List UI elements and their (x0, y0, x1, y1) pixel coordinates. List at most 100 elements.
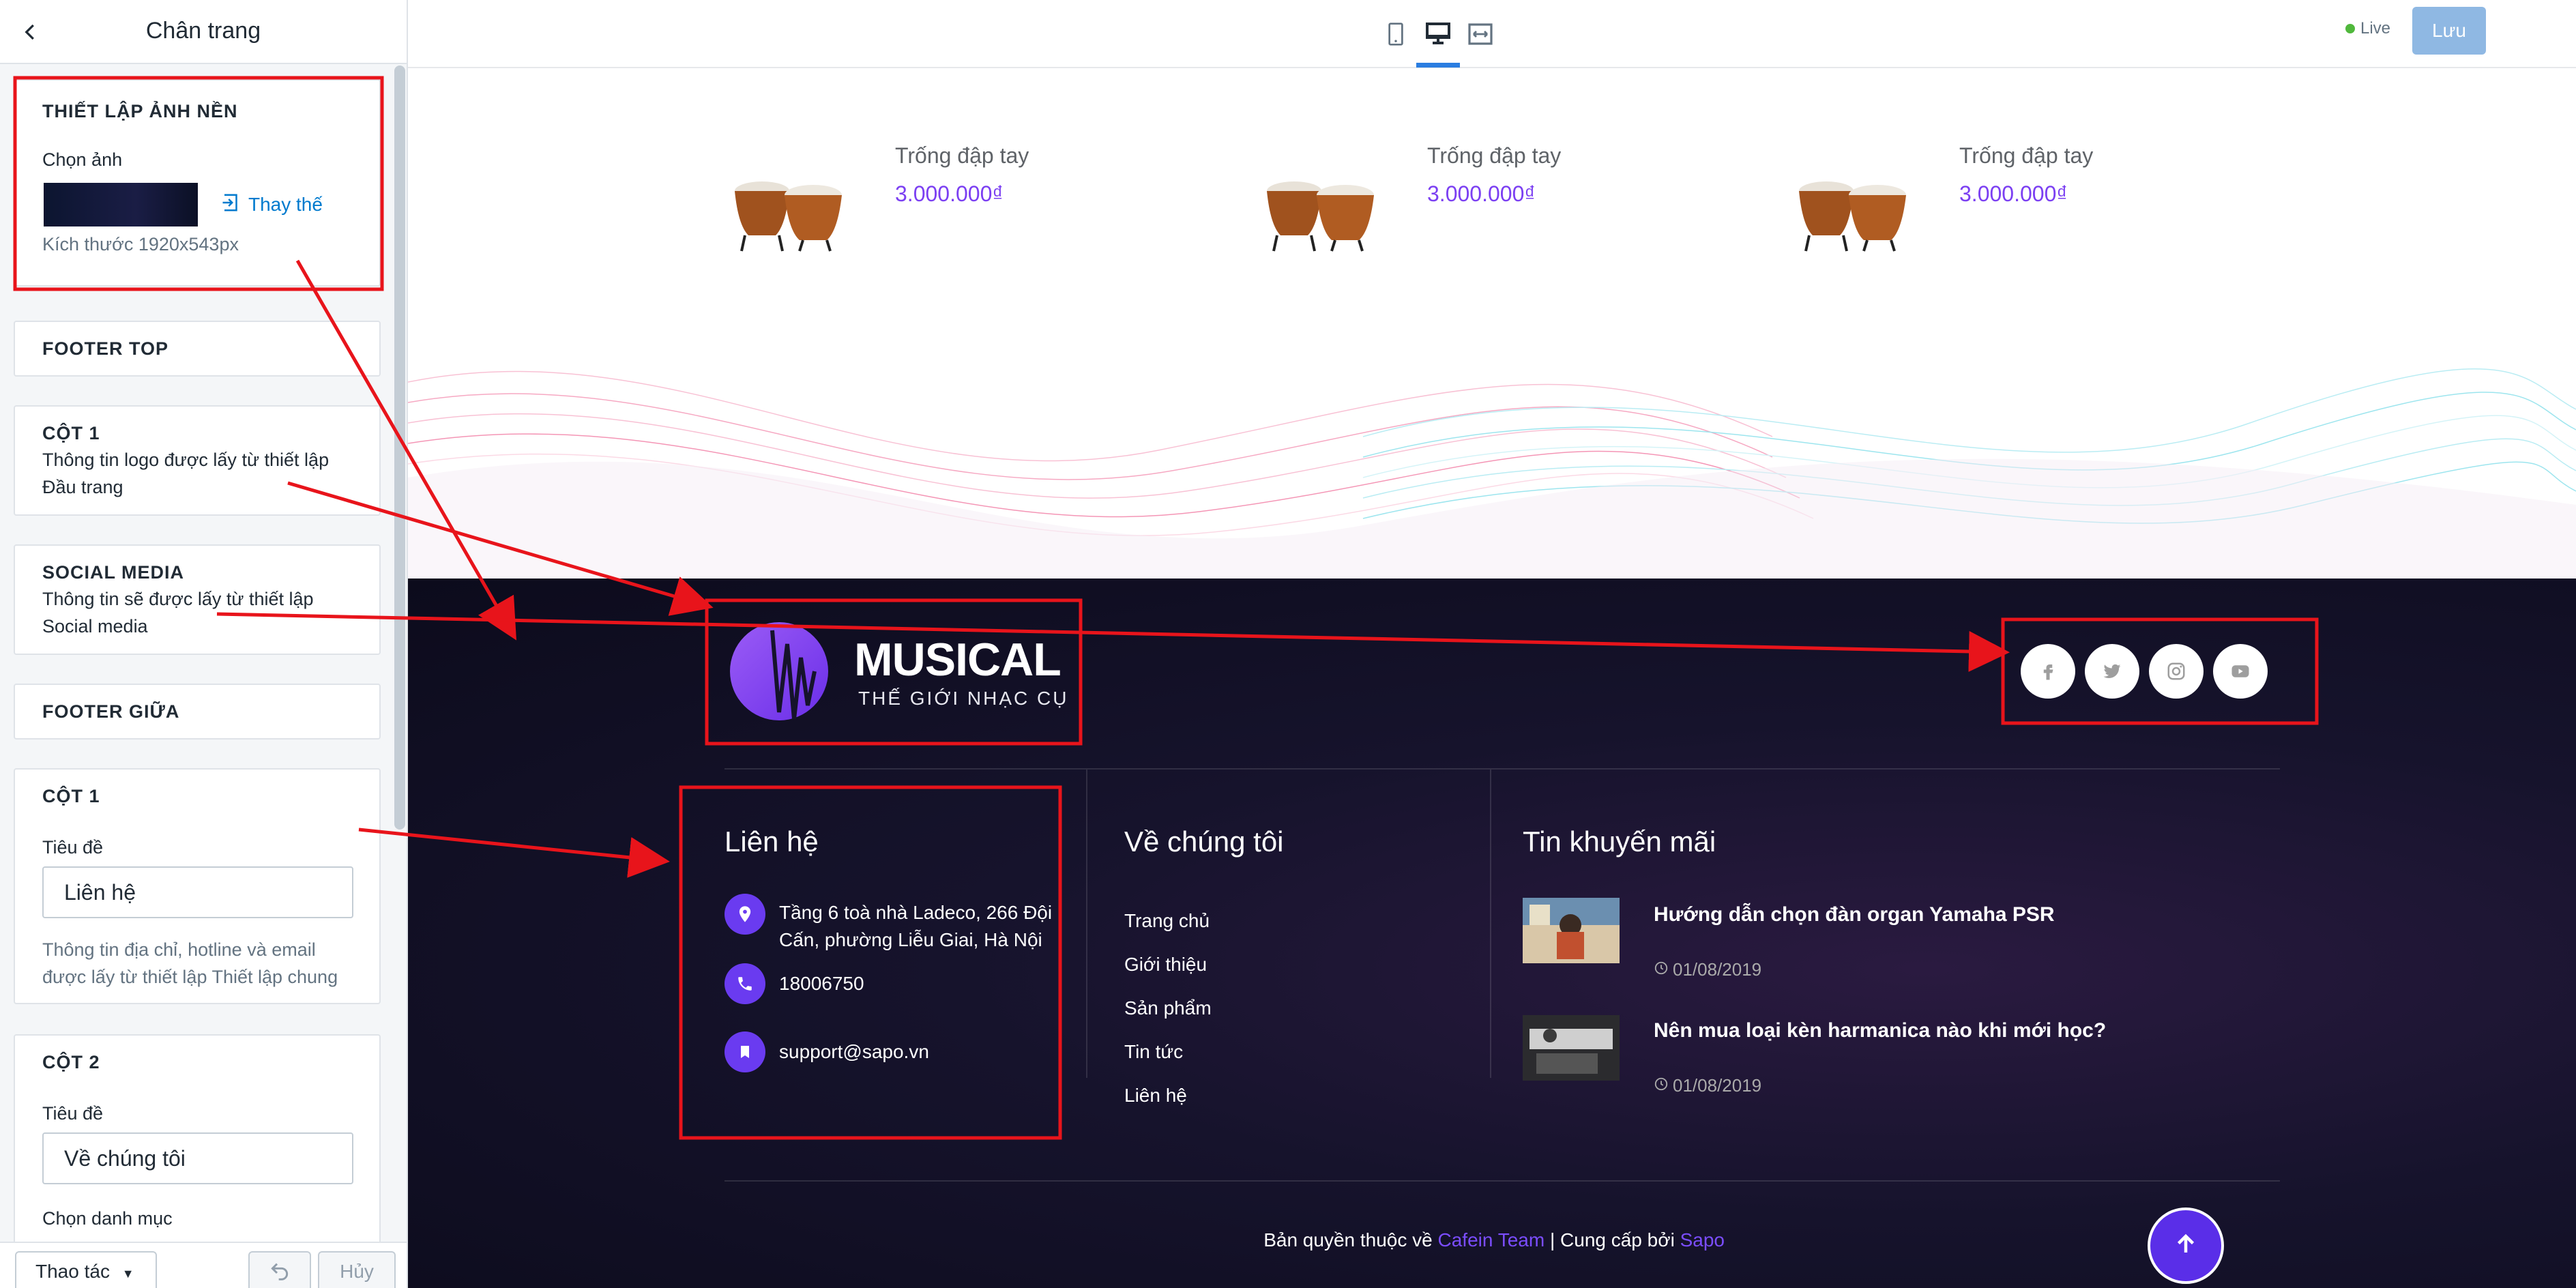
product-card[interactable]: Trống đập tay 3.000.000₫ (1263, 143, 1741, 280)
cancel-button[interactable]: Hủy (318, 1251, 396, 1288)
clock-icon (1654, 1075, 1669, 1096)
site-footer: MUSICAL THẾ GIỚI NHẠC CỤ Liên hệ Tầng 6 … (408, 579, 2576, 1288)
twitter-icon[interactable] (2085, 644, 2139, 699)
footer-divider-bottom (724, 1180, 2280, 1182)
contact-phone[interactable]: 18006750 (779, 970, 864, 997)
back-to-top-button[interactable] (2148, 1208, 2224, 1284)
col1-mid-heading: CỘT 1 (42, 786, 100, 806)
undo-button[interactable] (248, 1251, 311, 1288)
product-card[interactable]: Trống đập tay 3.000.000₫ (731, 143, 1209, 280)
bongo-drum-image (1267, 181, 1374, 252)
product-price: 3.000.000₫ (895, 181, 1004, 206)
live-status: Live (2345, 19, 2390, 38)
col1-title-input[interactable]: Liên hệ (42, 866, 353, 918)
footer-mid-heading: FOOTER GIỮA (42, 701, 180, 722)
replace-image-link[interactable]: Thay thế (221, 184, 323, 225)
col2-title-input[interactable]: Về chúng tôi (42, 1132, 353, 1184)
col2-category-label: Chọn danh mục (42, 1208, 173, 1229)
instagram-icon[interactable] (2149, 644, 2204, 699)
live-dot-icon (2345, 24, 2355, 33)
contact-heading: Liên hệ (724, 825, 819, 858)
product-price: 3.000.000₫ (1427, 181, 1536, 206)
contact-address-line2: Cấn, phường Liễu Giai, Hà Nội (779, 929, 1042, 950)
product-price: 3.000.000₫ (1959, 181, 2068, 206)
footer-link-home[interactable]: Trang chủ (1124, 910, 1210, 932)
news-thumbnail[interactable] (1523, 1015, 1620, 1081)
news-thumbnail[interactable] (1523, 898, 1620, 963)
contact-email[interactable]: support@sapo.vn (779, 1038, 929, 1066)
bg-image-card: THIẾT LẬP ẢNH NỀN Chọn ảnh Thay thế Kích… (14, 79, 381, 287)
copyright-team-link[interactable]: Cafein Team (1438, 1229, 1545, 1250)
footer-divider-top (724, 768, 2280, 770)
clock-icon (1654, 959, 1669, 980)
facebook-icon[interactable] (2021, 644, 2075, 699)
news-date: 01/08/2019 (1654, 959, 1761, 980)
choose-image-label: Chọn ảnh (42, 149, 123, 170)
replace-label: Thay thế (248, 194, 323, 215)
promo-heading: Tin khuyến mãi (1523, 825, 1716, 858)
youtube-icon[interactable] (2213, 644, 2268, 699)
product-name[interactable]: Trống đập tay (1959, 143, 2093, 169)
actions-label: Thao tác (35, 1261, 110, 1282)
preview-products-area: Trống đập tay 3.000.000₫ Trống đập tay 3… (408, 68, 2576, 580)
live-label: Live (2360, 19, 2391, 38)
sidebar-scrollbar[interactable] (394, 65, 405, 830)
footer-link-news[interactable]: Tin tức (1124, 1041, 1183, 1063)
news-title[interactable]: Nên mua loại kèn harmanica nào khi mới h… (1654, 1019, 2106, 1042)
sidebar-header: Chân trang (0, 0, 407, 64)
col2-mid-heading: CỘT 2 (42, 1052, 100, 1072)
preview-toolbar: Live Lưu (408, 0, 2576, 68)
product-name[interactable]: Trống đập tay (1427, 143, 1561, 169)
col1-top-heading: CỘT 1 (42, 423, 100, 443)
product-name[interactable]: Trống đập tay (895, 143, 1029, 169)
copyright-sep: | Cung cấp bởi (1545, 1229, 1680, 1250)
copyright-text: Bản quyền thuộc về Cafein Team | Cung cấ… (408, 1229, 1725, 1251)
sidebar-title: Chân trang (145, 18, 261, 44)
logo-title: MUSICAL (854, 634, 1062, 686)
save-button[interactable]: Lưu (2412, 7, 2486, 55)
email-bookmark-icon (724, 1031, 765, 1072)
about-heading: Về chúng tôi (1124, 825, 1284, 858)
undo-icon (269, 1259, 291, 1285)
col1-mid-desc-line2: được lấy từ thiết lập Thiết lập chung (42, 967, 338, 987)
settings-sidebar: Chân trang THIẾT LẬP ẢNH NỀN Chọn ảnh Th… (0, 0, 408, 1288)
col1-title-label: Tiêu đề (42, 837, 104, 858)
bg-image-heading: THIẾT LẬP ẢNH NỀN (42, 101, 238, 121)
copyright-provider-link[interactable]: Sapo (1680, 1229, 1725, 1250)
footer-link-about[interactable]: Giới thiệu (1124, 954, 1207, 976)
decorative-waves (408, 368, 2576, 580)
news-date: 01/08/2019 (1654, 1075, 1761, 1096)
actions-dropdown[interactable]: Thao tác ▼ (15, 1251, 157, 1288)
desktop-icon[interactable] (1420, 16, 1456, 52)
arrow-up-icon (2174, 1232, 2198, 1260)
footer-link-contact[interactable]: Liên hệ (1124, 1085, 1187, 1107)
back-arrow-icon[interactable] (14, 15, 48, 49)
social-icons (2021, 644, 2268, 699)
bongo-drum-image (735, 181, 842, 252)
social-desc-line2: Social media (42, 616, 148, 636)
footer-top-card[interactable]: FOOTER TOP (14, 321, 381, 377)
social-media-card[interactable]: SOCIAL MEDIA Thông tin sẽ được lấy từ th… (14, 544, 381, 655)
footer-link-products[interactable]: Sản phẩm (1124, 997, 1212, 1019)
bg-image-thumbnail[interactable] (44, 183, 198, 226)
footer-divider-v1 (1086, 770, 1087, 1078)
bongo-drum-image (1799, 181, 1906, 252)
caret-down-icon: ▼ (121, 1267, 134, 1280)
mobile-icon[interactable] (1378, 16, 1414, 52)
footer-top-heading: FOOTER TOP (42, 338, 169, 359)
col1-top-desc-line1: Thông tin logo được lấy từ thiết lập (42, 450, 330, 470)
col2-title-label: Tiêu đề (42, 1103, 104, 1124)
col1-mid-desc-line1: Thông tin địa chỉ, hotline và email (42, 939, 316, 960)
col1-top-desc-line2: Đầu trang (42, 477, 123, 497)
news-date-text: 01/08/2019 (1673, 959, 1762, 980)
news-title[interactable]: Hướng dẫn chọn đàn organ Yamaha PSR (1654, 903, 2055, 926)
phone-icon (724, 963, 765, 1004)
sidebar-footer: Thao tác ▼ Hủy (0, 1242, 407, 1288)
footer-divider-v2 (1490, 770, 1491, 1078)
image-size-text: Kích thước 1920x543px (42, 234, 239, 254)
product-card[interactable]: Trống đập tay 3.000.000₫ (1796, 143, 2273, 280)
fullwidth-icon[interactable] (1463, 16, 1498, 52)
footer-mid-card[interactable]: FOOTER GIỮA (14, 684, 381, 740)
col1-top-card[interactable]: CỘT 1 Thông tin logo được lấy từ thiết l… (14, 405, 381, 516)
contact-address-line1: Tầng 6 toà nhà Ladeco, 266 Đội (779, 902, 1053, 923)
